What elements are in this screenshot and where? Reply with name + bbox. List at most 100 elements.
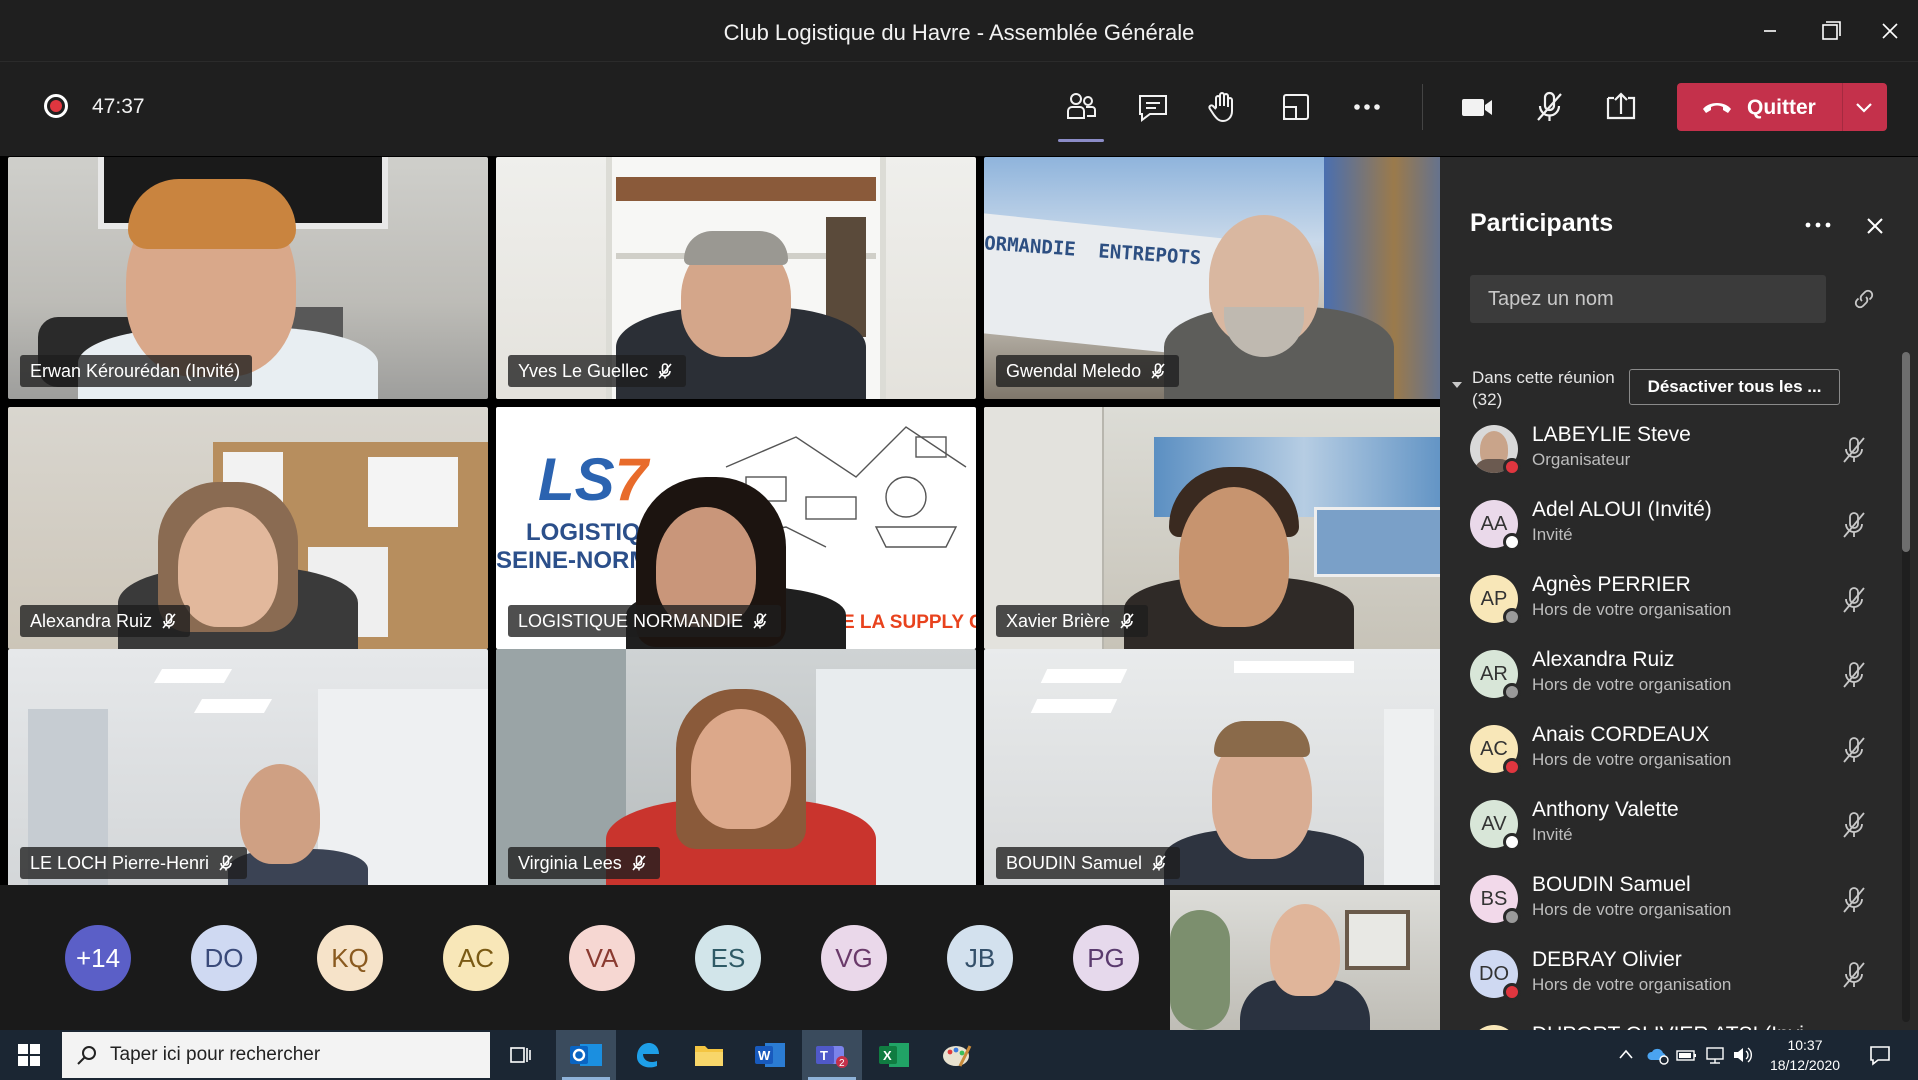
outlook-app[interactable] [556,1030,616,1080]
video-tile[interactable]: Yves Le Guellec [496,157,976,399]
close-window-button[interactable] [1870,14,1910,48]
room-view-button[interactable] [1275,86,1317,128]
windows-start-icon[interactable] [18,1044,40,1066]
teams-icon: T2 [816,1046,848,1069]
participant-row[interactable]: AV Anthony Valette Invité [1470,794,1890,856]
mic-off-icon [1152,855,1166,871]
participant-role: Organisateur [1532,450,1631,469]
participant-avatar[interactable]: JB [947,925,1013,991]
file-explorer-app[interactable] [678,1030,738,1080]
restore-button[interactable] [1810,14,1850,48]
edge-app[interactable] [617,1030,677,1080]
mic-off-icon[interactable] [1840,660,1868,690]
video-tile[interactable]: BOUDIN Samuel [984,649,1464,891]
participant-name: LABEYLIE Steve [1532,423,1691,446]
video-tile[interactable]: LS7 LOGISTIQUE SEINE-NORMAN ELS DE LA SU… [496,407,976,649]
onedrive-icon[interactable] [1646,1044,1670,1066]
participant-name: Agnès PERRIER [1532,573,1691,596]
participant-avatar[interactable]: ES [695,925,761,991]
participant-row[interactable]: AR Alexandra Ruiz Hors de votre organisati… [1470,644,1890,706]
video-tile[interactable]: Virginia Lees [496,649,976,891]
taskbar-clock[interactable]: 10:37 18/12/2020 [1760,1035,1850,1075]
video-tile[interactable]: Erwan Kérourédan (Invité) [8,157,488,399]
self-view-video[interactable] [1170,890,1440,1030]
chat-button[interactable] [1132,86,1174,128]
presence-status-icon [1503,458,1521,476]
network-icon[interactable] [1704,1045,1726,1065]
overflow-participants-avatar[interactable]: +14 [65,925,131,991]
participant-row[interactable]: LABEYLIE Steve Organisateur [1470,419,1890,481]
participant-avatar: AC [1470,725,1521,776]
participant-name: Erwan Kérourédan (Invité) [30,361,241,381]
mute-all-button[interactable]: Désactiver tous les ... [1629,369,1840,405]
battery-icon[interactable] [1676,1046,1698,1064]
participant-avatar[interactable]: PG [1073,925,1139,991]
participant-row[interactable]: BS BOUDIN Samuel Hors de votre organisatio… [1470,869,1890,931]
video-tile[interactable]: LE LOCH Pierre-Henri [8,649,488,891]
taskbar-search-box[interactable]: Taper ici pour rechercher [62,1032,490,1078]
mic-off-icon[interactable] [1840,810,1868,840]
microphone-muted-button[interactable] [1528,86,1570,128]
participant-initials: AP [1480,588,1508,610]
participant-row[interactable]: DO DEBRAY Olivier Hors de votre organisati… [1470,944,1890,1006]
logo-ls: LS7 [538,446,649,513]
svg-text:X: X [883,1048,892,1063]
volume-icon[interactable] [1732,1045,1754,1065]
participant-row[interactable]: AA Adel ALOUI (Invité) Invité [1470,494,1890,556]
share-link-icon[interactable] [1852,287,1876,311]
chevron-down-icon[interactable] [1450,379,1464,391]
mic-off-icon[interactable] [1840,960,1868,990]
clock-date: 18/12/2020 [1769,1057,1841,1073]
meeting-timer: 47:37 [92,95,145,118]
mic-off-icon[interactable] [1840,510,1868,540]
participant-avatar[interactable]: KQ [317,925,383,991]
mic-off-icon[interactable] [1840,735,1868,765]
quit-meeting-button[interactable]: Quitter [1677,83,1887,131]
folder-icon [695,1046,723,1066]
participant-avatar[interactable]: DO [191,925,257,991]
participant-avatar [1470,425,1521,476]
participant-avatar[interactable]: AC [443,925,509,991]
chevron-up-icon[interactable] [1618,1048,1634,1060]
more-options-icon[interactable] [1802,215,1834,235]
close-icon[interactable] [1862,213,1888,239]
excel-app[interactable]: X [864,1030,924,1080]
scrollbar-thumb[interactable] [1902,352,1910,552]
mic-off-icon[interactable] [1840,885,1868,915]
task-view-icon[interactable] [508,1044,532,1066]
panel-scrollbar[interactable] [1902,352,1910,1022]
participant-row[interactable]: AP Agnès PERRIER Hors de votre organisatio… [1470,569,1890,631]
panel-title: Participants [1470,209,1614,237]
share-screen-button[interactable] [1600,86,1642,128]
camera-button[interactable] [1456,86,1498,128]
video-tile[interactable]: Alexandra Ruiz [8,407,488,649]
paint-app[interactable] [926,1030,986,1080]
participant-name: BOUDIN Samuel [1006,853,1143,873]
mic-off-icon[interactable] [1840,435,1868,465]
participant-initials: DO [1479,963,1509,985]
word-app[interactable]: W [740,1030,800,1080]
participant-initials: BS [1480,888,1508,910]
video-tile[interactable]: Xavier Brière [984,407,1464,649]
participant-avatar[interactable]: VG [821,925,887,991]
teams-app[interactable]: T2 [802,1030,862,1080]
mic-off-icon[interactable] [1840,585,1868,615]
participants-toggle-button[interactable] [1058,86,1104,142]
participant-search-input[interactable] [1470,275,1826,323]
quit-label: Quitter [1747,96,1816,119]
participant-row[interactable]: AC Anais CORDEAUX Hors de votre organisati… [1470,719,1890,781]
more-actions-button[interactable] [1346,86,1388,128]
video-tile[interactable]: ORMANDIE ENTREPOTS Gwendal Meledo [984,157,1464,399]
presence-status-icon [1503,983,1521,1001]
chevron-down-icon[interactable] [1852,97,1876,117]
presence-status-icon [1503,908,1521,926]
minimize-button[interactable] [1750,14,1790,48]
taskbar-search-placeholder: Taper ici pour rechercher [110,1044,321,1065]
participant-avatar: AP [1470,575,1521,626]
notifications-icon[interactable] [1868,1043,1892,1067]
word-icon: W [755,1043,785,1067]
mic-off-icon [162,613,176,629]
raise-hand-button[interactable] [1202,86,1244,128]
search-icon [77,1046,96,1065]
participant-avatar[interactable]: VA [569,925,635,991]
